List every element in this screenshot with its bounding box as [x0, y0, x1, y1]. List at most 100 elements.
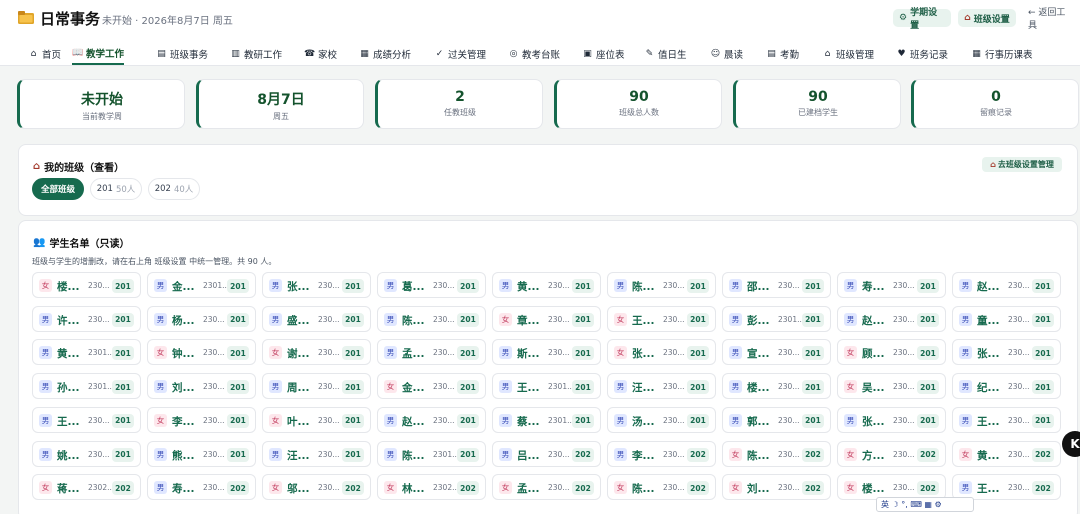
school-icon: ⌂	[964, 13, 971, 23]
student-card[interactable]: 男黄... 2301... 201	[32, 339, 141, 366]
student-card[interactable]: 男杨... 230... 201	[147, 305, 256, 332]
go-class-settings-button[interactable]: ⌂ 去班级设置管理	[982, 157, 1062, 172]
student-card[interactable]: 男葛... 230... 201	[377, 272, 486, 298]
student-card[interactable]: 男纪... 230... 201	[952, 373, 1061, 400]
student-card[interactable]: 男赵... 230... 201	[377, 406, 486, 433]
student-card[interactable]: 男金... 2301... 201	[147, 272, 256, 298]
student-card[interactable]: 女陈... 230... 202	[607, 474, 716, 501]
student-card[interactable]: 女叶... 230... 201	[262, 406, 371, 433]
tab-check[interactable]: ✓ 过关管理	[434, 43, 486, 65]
tab-book[interactable]: 📖 教学工作	[72, 43, 125, 65]
tab-phone[interactable]: ☎ 家校	[304, 43, 337, 65]
student-card[interactable]: 女邬... 230... 202	[262, 474, 371, 501]
student-card[interactable]: 女黄... 230... 202	[952, 440, 1061, 467]
gender-badge: 女	[729, 447, 742, 461]
student-card[interactable]: 男黄... 230... 201	[492, 272, 601, 298]
book-icon: 📖	[72, 48, 84, 58]
calendar-icon: ▦	[972, 49, 981, 59]
student-card[interactable]: 男张... 230... 201	[952, 339, 1061, 366]
student-card[interactable]: 男汪... 230... 201	[607, 373, 716, 400]
class-chip-202[interactable]: 202 40人	[148, 178, 200, 200]
stat-card: 90 已建档学生	[733, 79, 901, 129]
class-chip-201[interactable]: 201 50人	[90, 178, 142, 200]
tab-school[interactable]: ⌂ 班级管理	[822, 43, 874, 65]
class-badge: 202	[572, 481, 594, 496]
class-chip-all[interactable]: 全部班级	[32, 178, 84, 200]
student-card[interactable]: 男陈... 2301... 201	[377, 440, 486, 467]
tab-heart[interactable]: ♥ 班务记录	[896, 43, 948, 65]
student-card[interactable]: 女吴... 230... 201	[837, 373, 946, 400]
student-card[interactable]: 男周... 230... 201	[262, 373, 371, 400]
student-card[interactable]: 男宣... 230... 201	[722, 339, 831, 366]
student-card[interactable]: 男王... 2301... 201	[492, 373, 601, 400]
student-id: 230...	[778, 348, 800, 358]
tab-calendar[interactable]: ▦ 行事历课表	[971, 43, 1032, 65]
student-card[interactable]: 男张... 230... 201	[837, 406, 946, 433]
student-card[interactable]: 男吕... 230... 202	[492, 440, 601, 467]
tab-reading[interactable]: ☺ 晨读	[710, 43, 743, 65]
class-badge: 201	[227, 279, 249, 293]
student-card[interactable]: 男熊... 230... 201	[147, 440, 256, 467]
student-card[interactable]: 女李... 230... 201	[147, 406, 256, 433]
tab-attendance[interactable]: ▤ 考勤	[766, 43, 799, 65]
student-card[interactable]: 男孟... 230... 201	[377, 339, 486, 366]
class-badge: 201	[112, 447, 134, 462]
class-settings-button[interactable]: ⌂ 班级设置	[958, 9, 1016, 27]
student-card[interactable]: 女林... 2302... 202	[377, 474, 486, 501]
student-card[interactable]: 男许... 230... 201	[32, 305, 141, 332]
student-card[interactable]: 男蔡... 2301... 201	[492, 406, 601, 433]
student-card[interactable]: 男李... 230... 202	[607, 440, 716, 467]
student-card[interactable]: 男汤... 230... 201	[607, 406, 716, 433]
student-card[interactable]: 女楼... 230... 201	[32, 272, 141, 298]
student-card[interactable]: 男盛... 230... 201	[262, 305, 371, 332]
student-card[interactable]: 女顾... 230... 201	[837, 339, 946, 366]
tab-clipboard[interactable]: ▤ 班级事务	[156, 43, 208, 65]
student-card[interactable]: 女金... 230... 201	[377, 373, 486, 400]
student-card[interactable]: 男刘... 230... 201	[147, 373, 256, 400]
student-card[interactable]: 男姚... 230... 201	[32, 440, 141, 467]
class-badge: 202	[687, 481, 709, 496]
semester-settings-button[interactable]: ⚙ 学期设置	[893, 8, 951, 31]
tab-seat[interactable]: ▣ 座位表	[582, 43, 624, 65]
student-card[interactable]: 男张... 230... 201	[262, 272, 371, 298]
student-card[interactable]: 男赵... 230... 201	[952, 272, 1061, 298]
student-card[interactable]: 女谢... 230... 201	[262, 339, 371, 366]
student-card[interactable]: 男孙... 2301... 201	[32, 373, 141, 400]
student-card[interactable]: 男楼... 230... 201	[722, 373, 831, 400]
student-card[interactable]: 男斯... 230... 201	[492, 339, 601, 366]
student-card[interactable]: 男郭... 230... 201	[722, 406, 831, 433]
student-name: 张...	[287, 281, 310, 293]
student-card[interactable]: 男陈... 230... 201	[607, 272, 716, 298]
tab-chart[interactable]: ▦ 成绩分析	[359, 43, 411, 65]
student-card[interactable]: 女刘... 230... 202	[722, 474, 831, 501]
student-card[interactable]: 女钟... 230... 201	[147, 339, 256, 366]
student-card[interactable]: 男王... 230... 201	[32, 406, 141, 433]
student-card[interactable]: 女方... 230... 202	[837, 440, 946, 467]
student-card[interactable]: 男邵... 230... 201	[722, 272, 831, 298]
student-card[interactable]: 男王... 230... 201	[952, 406, 1061, 433]
student-card[interactable]: 男寿... 230... 201	[837, 272, 946, 298]
student-card[interactable]: 男童... 230... 201	[952, 305, 1061, 332]
student-card[interactable]: 女孟... 230... 202	[492, 474, 601, 501]
back-to-tools-button[interactable]: ← 返回工具	[1022, 8, 1080, 31]
ime-toolbar[interactable]: 英 ☽ °, ⌨ ▦ ⚙	[876, 497, 974, 512]
student-card[interactable]: 男彭... 2301... 201	[722, 305, 831, 332]
student-card[interactable]: 男赵... 230... 201	[837, 305, 946, 332]
student-card[interactable]: 男陈... 230... 201	[377, 305, 486, 332]
tab-broom[interactable]: ✎ 值日生	[644, 43, 687, 65]
tab-target[interactable]: ◎ 教考台账	[508, 43, 560, 65]
student-card[interactable]: 男寿... 230... 202	[147, 474, 256, 501]
student-card[interactable]: 女蒋... 2302... 202	[32, 474, 141, 501]
tab-books[interactable]: ▥ 教研工作	[230, 43, 282, 65]
roster-hint: 班级与学生的增删改，请在右上角 班级设置 中统一管理。共 90 人。	[32, 257, 277, 266]
student-card[interactable]: 女陈... 230... 202	[722, 440, 831, 467]
student-card[interactable]: 女章... 230... 201	[492, 305, 601, 332]
student-id: 230...	[1008, 483, 1030, 493]
student-card[interactable]: 女张... 230... 201	[607, 339, 716, 366]
top-bar: 日常事务 未开始 · 2026年8月7日 周五 ⚙ 学期设置 ⌂ 班级设置 ← …	[0, 0, 1080, 38]
student-card[interactable]: 女王... 230... 201	[607, 305, 716, 332]
student-card[interactable]: 男汪... 230... 201	[262, 440, 371, 467]
student-id: 230...	[893, 415, 915, 425]
tab-home[interactable]: ⌂ 首页	[28, 43, 61, 65]
stat-label: 周五	[273, 112, 289, 121]
